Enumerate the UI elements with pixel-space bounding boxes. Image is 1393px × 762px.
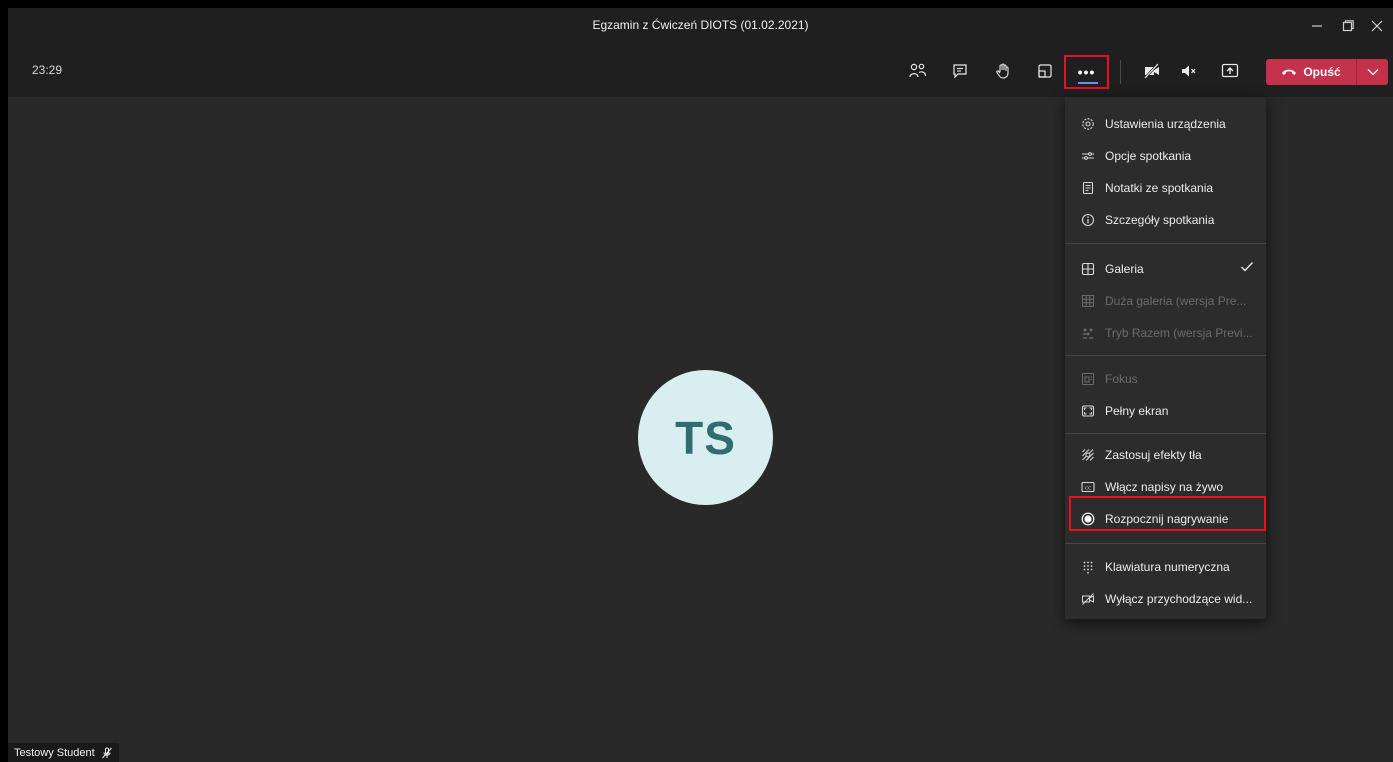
menu-divider xyxy=(1065,243,1266,244)
raise-hand-icon[interactable] xyxy=(989,58,1017,84)
menu-item-dialpad[interactable]: Klawiatura numeryczna xyxy=(1065,551,1266,583)
menu-item-label: Pełny ekran xyxy=(1105,404,1169,418)
camera-off-icon[interactable] xyxy=(1138,58,1166,84)
menu-divider xyxy=(1065,355,1266,356)
svg-text:cc: cc xyxy=(1085,485,1091,491)
large-gallery-icon xyxy=(1080,293,1096,309)
menu-item-label: Galeria xyxy=(1105,262,1144,276)
hang-up-icon xyxy=(1282,69,1297,75)
minimize-icon[interactable] xyxy=(1306,15,1328,37)
menu-item-label: Tryb Razem (wersja Previ... xyxy=(1105,326,1253,340)
record-highlight-box xyxy=(1069,496,1266,531)
toolbar-divider xyxy=(1120,60,1121,84)
more-actions-button[interactable]: ••• xyxy=(1064,55,1109,89)
menu-item-fullscreen[interactable]: Pełny ekran xyxy=(1065,395,1266,427)
leave-options-button[interactable] xyxy=(1357,59,1388,85)
mic-off-icon xyxy=(101,747,112,758)
menu-item-device-settings[interactable]: Ustawienia urządzenia xyxy=(1065,108,1266,140)
dialpad-icon xyxy=(1080,559,1096,575)
share-screen-icon[interactable] xyxy=(1216,58,1244,84)
more-actions-icon: ••• xyxy=(1077,64,1096,80)
active-indicator xyxy=(1078,82,1098,84)
restore-icon[interactable] xyxy=(1337,15,1359,37)
participant-name: Testowy Student xyxy=(14,746,95,759)
menu-item-label: Duża galeria (wersja Pre... xyxy=(1105,294,1247,308)
more-actions-menu: Ustawienia urządzenia Opcje spotkania No… xyxy=(1065,97,1266,619)
menu-item-meeting-notes[interactable]: Notatki ze spotkania xyxy=(1065,172,1266,204)
menu-item-label: Włącz napisy na żywo xyxy=(1105,480,1224,494)
rooms-icon[interactable] xyxy=(1031,58,1059,84)
options-icon xyxy=(1080,148,1096,164)
menu-item-together-mode: Tryb Razem (wersja Previ... xyxy=(1065,317,1266,349)
chat-icon[interactable] xyxy=(946,58,974,84)
window-title: Egzamin z Ćwiczeń DIOTS (01.02.2021) xyxy=(592,18,809,32)
focus-icon xyxy=(1080,371,1096,387)
video-off-icon xyxy=(1080,591,1096,607)
menu-item-meeting-options[interactable]: Opcje spotkania xyxy=(1065,140,1266,172)
menu-item-label: Notatki ze spotkania xyxy=(1105,181,1214,195)
menu-item-label: Szczegóły spotkania xyxy=(1105,213,1215,227)
participants-icon[interactable] xyxy=(904,58,932,84)
leave-button[interactable]: Opuść xyxy=(1266,59,1356,85)
menu-item-label: Opcje spotkania xyxy=(1105,149,1192,163)
menu-item-turn-off-incoming-video[interactable]: Wyłącz przychodzące wid... xyxy=(1065,583,1266,615)
meeting-toolbar: 23:29 ••• Opuść xyxy=(8,44,1393,97)
gallery-icon xyxy=(1080,261,1096,277)
notes-icon xyxy=(1080,180,1096,196)
together-mode-icon xyxy=(1080,325,1096,341)
menu-item-label: Fokus xyxy=(1105,372,1138,386)
participant-name-tag: Testowy Student xyxy=(8,743,119,762)
menu-item-gallery[interactable]: Galeria xyxy=(1065,253,1266,285)
menu-item-label: Ustawienia urządzenia xyxy=(1105,117,1226,131)
menu-divider xyxy=(1065,543,1266,544)
menu-item-label: Klawiatura numeryczna xyxy=(1105,560,1230,574)
gear-icon xyxy=(1080,116,1096,132)
captions-icon: cc xyxy=(1080,479,1096,495)
close-icon[interactable] xyxy=(1366,15,1388,37)
avatar: TS xyxy=(638,370,773,505)
fullscreen-icon xyxy=(1080,403,1096,419)
leave-label: Opuść xyxy=(1303,65,1341,79)
menu-item-meeting-details[interactable]: Szczegóły spotkania xyxy=(1065,204,1266,236)
menu-item-focus: Fokus xyxy=(1065,363,1266,395)
background-effects-icon xyxy=(1080,447,1096,463)
menu-item-label: Zastosuj efekty tła xyxy=(1105,448,1202,462)
teams-meeting-window: Egzamin z Ćwiczeń DIOTS (01.02.2021) 23:… xyxy=(8,8,1393,762)
menu-item-large-gallery: Duża galeria (wersja Pre... xyxy=(1065,285,1266,317)
mic-muted-icon[interactable] xyxy=(1175,58,1203,84)
checkmark-icon xyxy=(1240,261,1254,276)
menu-divider xyxy=(1065,433,1266,434)
menu-item-label: Wyłącz przychodzące wid... xyxy=(1105,592,1253,606)
menu-item-background-effects[interactable]: Zastosuj efekty tła xyxy=(1065,439,1266,471)
meeting-timer: 23:29 xyxy=(32,63,63,77)
info-icon xyxy=(1080,212,1096,228)
title-bar: Egzamin z Ćwiczeń DIOTS (01.02.2021) xyxy=(8,8,1393,44)
chevron-down-icon xyxy=(1367,69,1378,76)
leave-button-group: Opuść xyxy=(1266,59,1388,85)
